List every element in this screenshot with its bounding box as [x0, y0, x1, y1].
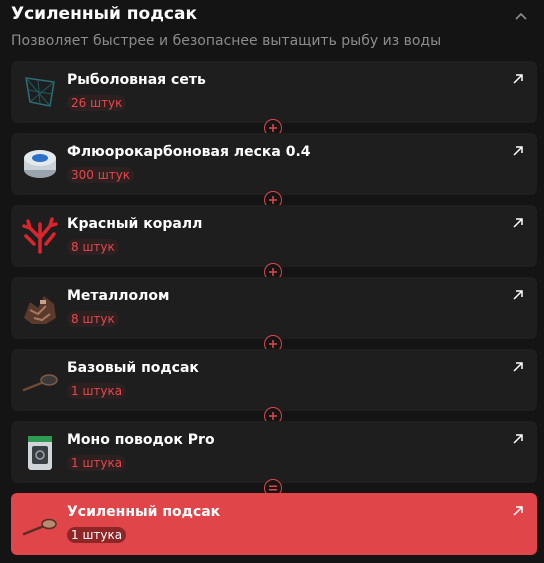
collapse-button[interactable] — [512, 9, 530, 23]
ingredient-quantity: 8 штук — [67, 311, 119, 327]
ingredient-card[interactable]: Красный коралл 8 штук — [11, 205, 537, 267]
ingredient-quantity: 300 штук — [67, 167, 135, 183]
reinforced-landing-net-icon — [19, 503, 61, 545]
open-link-icon[interactable] — [511, 360, 525, 374]
red-coral-icon — [19, 215, 61, 257]
open-link-icon[interactable] — [511, 504, 525, 518]
recipe-description: Позволяет быстрее и безопаснее вытащить … — [11, 33, 442, 49]
ingredient-name: Металлолом — [67, 288, 170, 304]
ingredient-quantity: 1 штука — [67, 455, 127, 471]
open-link-icon[interactable] — [511, 216, 525, 230]
ingredient-quantity: 26 штук — [67, 95, 127, 111]
result-card[interactable]: Усиленный подсак 1 штука — [11, 493, 537, 555]
open-link-icon[interactable] — [511, 288, 525, 302]
result-quantity: 1 штука — [67, 527, 127, 543]
basic-landing-net-icon — [19, 359, 61, 401]
ingredient-quantity: 8 штук — [67, 239, 119, 255]
ingredient-name: Рыболовная сеть — [67, 72, 206, 88]
ingredient-card[interactable]: Рыболовная сеть 26 штук — [11, 61, 537, 123]
ingredient-card[interactable]: Моно поводок Pro 1 штука — [11, 421, 537, 483]
fishing-net-icon — [19, 71, 61, 113]
mono-leader-pack-icon — [19, 431, 61, 473]
chevron-up-icon — [515, 12, 527, 20]
open-link-icon[interactable] — [511, 72, 525, 86]
fishing-line-spool-icon — [19, 143, 61, 185]
ingredient-quantity: 1 штука — [67, 383, 127, 399]
scrap-metal-icon — [19, 287, 61, 329]
open-link-icon[interactable] — [511, 144, 525, 158]
open-link-icon[interactable] — [511, 432, 525, 446]
ingredient-card[interactable]: Металлолом 8 штук — [11, 277, 537, 339]
recipe-title: Усиленный подсак — [11, 4, 198, 24]
ingredient-name: Базовый подсак — [67, 360, 199, 376]
ingredient-name: Красный коралл — [67, 216, 203, 232]
ingredient-name: Моно поводок Pro — [67, 432, 215, 448]
ingredient-card[interactable]: Флюорокарбоновая леска 0.4 300 штук — [11, 133, 537, 195]
result-name: Усиленный подсак — [67, 504, 221, 520]
ingredient-name: Флюорокарбоновая леска 0.4 — [67, 144, 311, 160]
ingredient-card[interactable]: Базовый подсак 1 штука — [11, 349, 537, 411]
